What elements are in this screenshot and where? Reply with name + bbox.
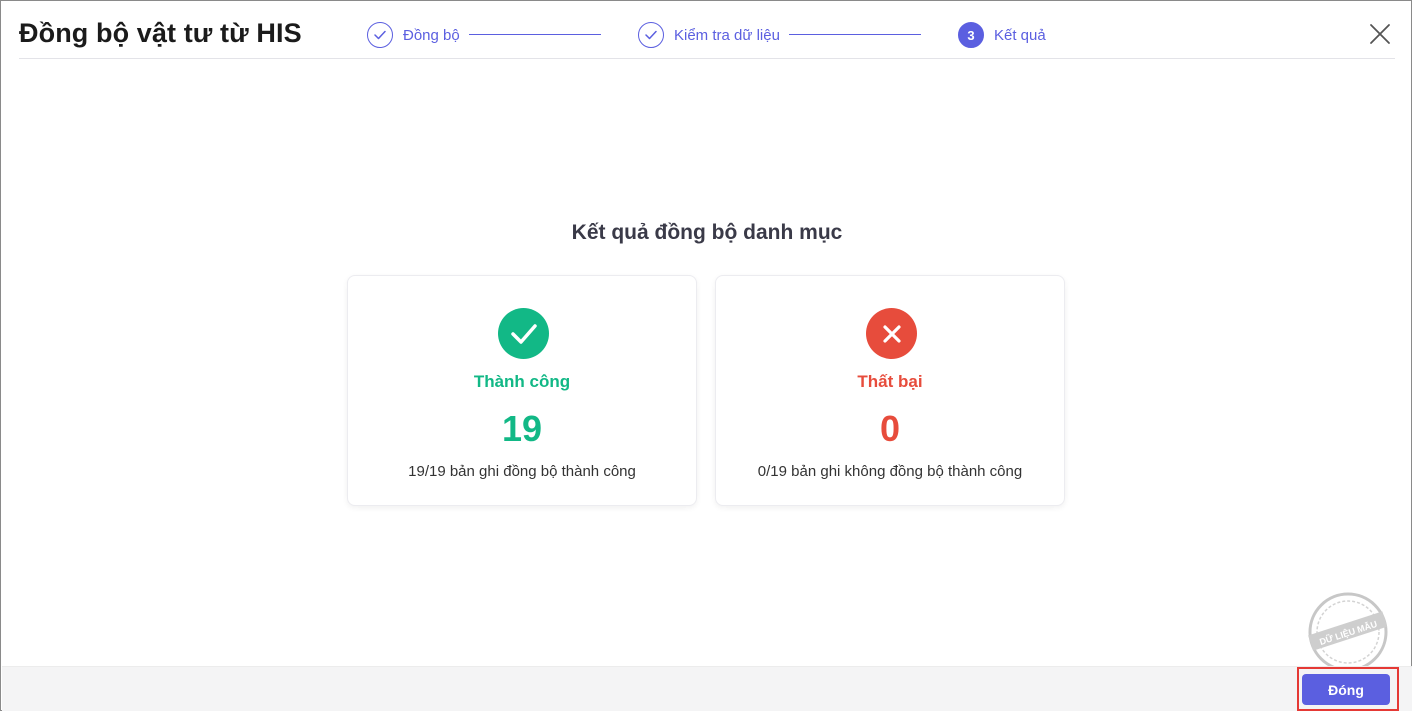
failure-card: Thất bại 0 0/19 bản ghi không đồng bộ th…: [715, 275, 1065, 506]
step-ket-qua: 3 Kết quả: [958, 21, 1046, 49]
failure-label: Thất bại: [857, 372, 923, 391]
check-icon: [367, 22, 393, 48]
dialog-footer: [2, 666, 1412, 711]
step-number-badge: 3: [958, 22, 984, 48]
success-description: 19/19 bản ghi đồng bộ thành công: [408, 463, 636, 480]
failure-count: 0: [879, 408, 901, 449]
step-label: Kiểm tra dữ liệu: [674, 26, 780, 44]
failure-description: 0/19 bản ghi không đồng bộ thành công: [757, 463, 1023, 480]
close-button[interactable]: Đóng: [1302, 674, 1390, 705]
sample-data-watermark: DỮ LIỆU MẪU: [1307, 591, 1389, 673]
step-kiem-tra: Kiểm tra dữ liệu: [638, 21, 780, 49]
step-dong-bo: Đồng bộ: [367, 21, 460, 49]
step-connector: [469, 34, 601, 35]
x-circle-icon: [866, 308, 917, 359]
check-icon: [638, 22, 664, 48]
step-connector: [789, 34, 921, 35]
result-title: Kết quả đồng bộ danh mục: [571, 221, 843, 244]
close-icon[interactable]: [1367, 21, 1393, 47]
step-label: Đồng bộ: [403, 26, 460, 44]
step-label: Kết quả: [994, 26, 1046, 44]
check-circle-icon: [498, 308, 549, 359]
success-card: Thành công 19 19/19 bản ghi đồng bộ thàn…: [347, 275, 697, 506]
success-count: 19: [501, 408, 543, 449]
dialog-title: Đồng bộ vật tư từ HIS: [19, 18, 302, 48]
success-label: Thành công: [473, 372, 571, 391]
sync-dialog: Đồng bộ vật tư từ HIS Đồng bộ Kiểm tra d…: [0, 0, 1412, 711]
